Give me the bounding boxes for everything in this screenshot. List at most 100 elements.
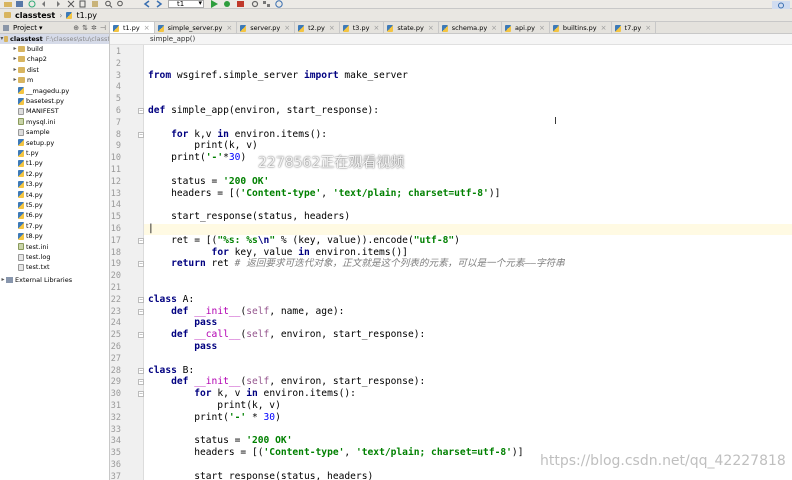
code-line[interactable]: ret = [("%s: %s\n" % (key, value)).encod… [148, 235, 460, 247]
close-icon[interactable]: × [226, 24, 232, 32]
line-number-gutter[interactable]: 1 2 3 4 5 6−7 8−9 10 11 12 13 14 15 16 17−18 19−20 21 22−… [110, 45, 144, 480]
close-icon[interactable]: × [601, 24, 607, 32]
folder-icon [18, 56, 25, 63]
redo-icon[interactable] [52, 0, 62, 8]
editor-tab[interactable]: builtins.py × [550, 22, 612, 33]
undo-icon[interactable] [40, 0, 50, 8]
help-icon[interactable] [274, 0, 284, 8]
copy-icon[interactable] [78, 0, 88, 8]
code-line[interactable]: for key, value in environ.items()] [148, 247, 408, 259]
find-icon[interactable] [104, 0, 114, 8]
project-view-selector[interactable]: Project ▾ [0, 24, 42, 32]
close-icon[interactable]: × [144, 24, 150, 32]
tree-item[interactable]: ▸ chap2 [0, 54, 109, 64]
code-line[interactable]: def __call__(self, environ, start_respon… [148, 329, 425, 341]
paste-icon[interactable] [90, 0, 100, 8]
editor-tab[interactable]: t7.py × [612, 22, 657, 33]
code-editor[interactable]: from wsgiref.simple_server import make_s… [144, 45, 792, 480]
save-icon[interactable] [15, 0, 25, 8]
code-line[interactable]: pass [148, 318, 217, 329]
run-icon[interactable] [209, 0, 219, 8]
close-icon[interactable]: × [645, 24, 651, 32]
tree-item[interactable]: ▸ m [0, 75, 109, 85]
method-breadcrumb[interactable]: simple_app() [110, 34, 792, 45]
tree-item[interactable]: t6.py [0, 210, 109, 220]
replace-icon[interactable] [116, 0, 126, 8]
tree-external-libraries[interactable]: ▸ External Libraries [0, 275, 109, 285]
close-icon[interactable]: × [491, 24, 497, 32]
sync-scroll-icon[interactable]: ⊕ [73, 24, 79, 32]
code-line[interactable]: def simple_app(environ, start_response): [148, 105, 379, 117]
tree-item[interactable]: __magedu.py [0, 86, 109, 96]
settings-icon[interactable] [250, 0, 260, 8]
tree-item[interactable]: MANIFEST [0, 106, 109, 116]
tree-item[interactable]: t8.py [0, 231, 109, 241]
editor-tab[interactable]: state.py × [384, 22, 439, 33]
close-icon[interactable]: × [539, 24, 545, 32]
tree-item[interactable]: ▸ build [0, 44, 109, 54]
tree-item[interactable]: t2.py [0, 169, 109, 179]
close-icon[interactable]: × [284, 24, 290, 32]
open-folder-icon[interactable] [3, 0, 13, 8]
editor-tab[interactable]: t2.py × [295, 22, 340, 33]
hide-panel-icon[interactable]: ⊣ [100, 24, 106, 32]
code-line[interactable]: from wsgiref.simple_server import make_s… [148, 70, 408, 82]
forward-icon[interactable] [154, 0, 164, 8]
editor-tab[interactable]: server.py × [237, 22, 296, 33]
code-line[interactable]: pass [148, 341, 217, 353]
search-everywhere-icon[interactable] [772, 0, 790, 10]
code-line[interactable]: print('-' * 30) [148, 412, 281, 424]
code-line[interactable]: start_response(status, headers) [148, 212, 350, 223]
stop-icon[interactable] [236, 0, 246, 8]
cut-icon[interactable] [66, 0, 76, 8]
tree-item[interactable]: sample [0, 127, 109, 137]
code-line[interactable]: status = '200 OK' [148, 176, 269, 188]
tree-item[interactable]: test.txt [0, 262, 109, 272]
editor-tab[interactable]: api.py × [502, 22, 550, 33]
code-line[interactable]: def __init__(self, environ, start_respon… [148, 377, 425, 388]
tree-item[interactable]: setup.py [0, 138, 109, 148]
tree-item[interactable]: mysql.ini [0, 117, 109, 127]
code-line[interactable]: class A: [148, 294, 194, 306]
editor-tab[interactable]: simple_server.py × [155, 22, 238, 33]
code-line[interactable]: start_response(status, headers) [148, 471, 373, 480]
code-line[interactable]: for k, v in environ.items(): [148, 388, 356, 400]
collapse-icon[interactable]: ⇅ [82, 24, 88, 32]
code-line[interactable]: def __init__(self, name, age): [148, 306, 344, 318]
code-line[interactable]: headers = [('Content-type', 'text/plain;… [148, 447, 523, 459]
tree-root-classtest[interactable]: ▾ classtest F:\classes\stu\classt [0, 34, 109, 44]
breadcrumb-item-project[interactable]: classtest [4, 11, 55, 20]
gear-icon[interactable]: ✲ [91, 24, 97, 32]
back-icon[interactable] [142, 0, 152, 8]
tree-item[interactable]: t7.py [0, 221, 109, 231]
tree-item[interactable]: t1.py [0, 158, 109, 168]
tree-item[interactable]: t.py [0, 148, 109, 158]
run-configuration-select[interactable]: t1 [168, 0, 204, 8]
tree-item[interactable]: t5.py [0, 200, 109, 210]
editor-tab[interactable]: schema.py × [439, 22, 503, 33]
code-line[interactable]: print(k, v) [148, 141, 258, 152]
tree-item[interactable]: ▸ dist [0, 65, 109, 75]
close-icon[interactable]: × [373, 24, 379, 32]
code-line[interactable]: return ret # 返回要求可迭代对象，正文就是这个列表的元素，可以是一个… [148, 259, 565, 270]
code-line[interactable]: | [144, 223, 792, 235]
editor-tab[interactable]: t1.py × [110, 22, 155, 33]
tree-item[interactable]: test.ini [0, 242, 109, 252]
code-line[interactable]: print(k, v) [148, 400, 281, 412]
breadcrumb-item-file[interactable]: t1.py [66, 11, 97, 20]
tree-item[interactable]: t4.py [0, 190, 109, 200]
code-line[interactable]: print('-'*30) [148, 152, 246, 164]
code-line[interactable]: for k,v in environ.items(): [148, 129, 327, 141]
sync-icon[interactable] [27, 0, 37, 8]
code-line[interactable]: class B: [148, 365, 194, 377]
tree-item[interactable]: test.log [0, 252, 109, 262]
tree-item[interactable]: basetest.py [0, 96, 109, 106]
tree-item[interactable]: t3.py [0, 179, 109, 189]
code-line[interactable]: headers = [('Content-type', 'text/plain;… [148, 188, 500, 200]
close-icon[interactable]: × [329, 24, 335, 32]
structure-icon[interactable] [262, 0, 272, 8]
code-line[interactable]: status = '200 OK' [148, 436, 292, 447]
editor-tab[interactable]: t3.py × [340, 22, 385, 33]
close-icon[interactable]: × [428, 24, 434, 32]
debug-icon[interactable] [222, 0, 232, 8]
